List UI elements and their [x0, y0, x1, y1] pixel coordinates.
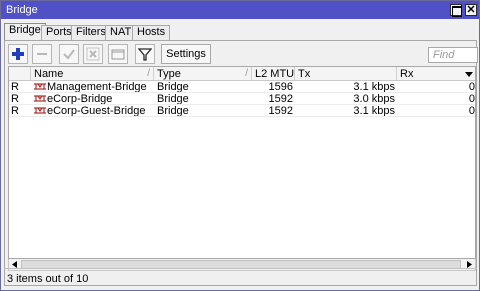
remove-button[interactable] [32, 44, 52, 64]
filter-button[interactable] [135, 44, 155, 64]
status-bar: 3 items out of 10 [4, 268, 477, 286]
row-tx: 3.0 kbps [353, 93, 395, 104]
table-row[interactable]: R eCorp-Bridge Bridge 1592 3.0 kbps 0 [9, 93, 475, 105]
row-name: Management-Bridge [47, 81, 147, 92]
title-bar[interactable]: Bridge ✕ [1, 1, 479, 19]
column-header-type[interactable]: Type / [154, 67, 252, 80]
row-flag: R [11, 81, 19, 92]
bridge-panel: Settings Name/ Type/ L2 MTU Tx Rx R Mana… [4, 40, 478, 286]
column-header-flags[interactable] [9, 67, 31, 80]
minus-icon [37, 53, 47, 55]
plus-icon [12, 48, 24, 60]
row-name: eCorp-Guest-Bridge [47, 105, 146, 116]
column-header-l2mtu[interactable]: L2 MTU [252, 67, 295, 80]
table-header: Name / Type / L2 MTU Tx Rx [9, 67, 475, 81]
bridge-icon [34, 95, 46, 102]
close-button[interactable]: ✕ [465, 4, 477, 16]
check-icon [63, 49, 75, 60]
row-name-cell: Management-Bridge [31, 81, 154, 92]
row-flag: R [11, 105, 19, 116]
row-type: Bridge [157, 81, 189, 92]
comment-icon [111, 49, 125, 60]
window-title: Bridge [6, 4, 38, 16]
settings-button[interactable]: Settings [161, 44, 211, 64]
row-l2mtu: 1592 [268, 93, 293, 104]
enable-button[interactable] [59, 44, 79, 64]
tab-hosts[interactable]: Hosts [132, 25, 171, 40]
row-l2mtu: 1596 [268, 81, 293, 92]
chevron-down-icon[interactable] [464, 69, 474, 79]
row-tx: 3.1 kbps [353, 81, 395, 92]
column-header-name[interactable]: Name / [31, 67, 154, 80]
column-header-tx[interactable]: Tx [295, 67, 397, 80]
column-header-rx[interactable]: Rx [397, 67, 475, 80]
toolbar: Settings [8, 44, 478, 66]
row-l2mtu: 1592 [268, 105, 293, 116]
maximize-button[interactable] [450, 4, 462, 17]
table-row[interactable]: R eCorp-Guest-Bridge Bridge 1592 3.1 kbp… [9, 105, 475, 117]
row-type: Bridge [157, 93, 189, 104]
bridge-icon [34, 83, 46, 90]
comment-button[interactable] [108, 44, 128, 64]
row-flag: R [11, 93, 19, 104]
row-rx: 0 [468, 93, 475, 104]
row-name-cell: eCorp-Guest-Bridge [31, 105, 154, 116]
bridge-table: Name / Type / L2 MTU Tx Rx R Management-Br… [8, 66, 476, 259]
row-rx: 0 [468, 105, 475, 116]
disable-button[interactable] [83, 44, 103, 64]
filter-icon [138, 48, 152, 61]
status-text: 3 items out of 10 [7, 273, 89, 285]
column-resize-icon: / [147, 68, 150, 79]
bridge-window: Bridge ✕ Bridge Ports Filters NAT Hosts [0, 0, 480, 291]
table-row[interactable]: R Management-Bridge Bridge 1596 3.1 kbps… [9, 81, 475, 93]
row-name-cell: eCorp-Bridge [31, 93, 154, 104]
row-tx: 3.1 kbps [353, 105, 395, 116]
row-name: eCorp-Bridge [47, 93, 113, 104]
close-icon: ✕ [466, 4, 476, 16]
add-button[interactable] [8, 44, 28, 64]
bridge-icon [34, 107, 46, 114]
tab-bridge[interactable]: Bridge [4, 23, 46, 41]
column-resize-icon: / [245, 68, 248, 79]
x-icon [86, 47, 100, 61]
row-rx: 0 [468, 81, 475, 92]
row-type: Bridge [157, 105, 189, 116]
find-input[interactable] [428, 47, 478, 63]
